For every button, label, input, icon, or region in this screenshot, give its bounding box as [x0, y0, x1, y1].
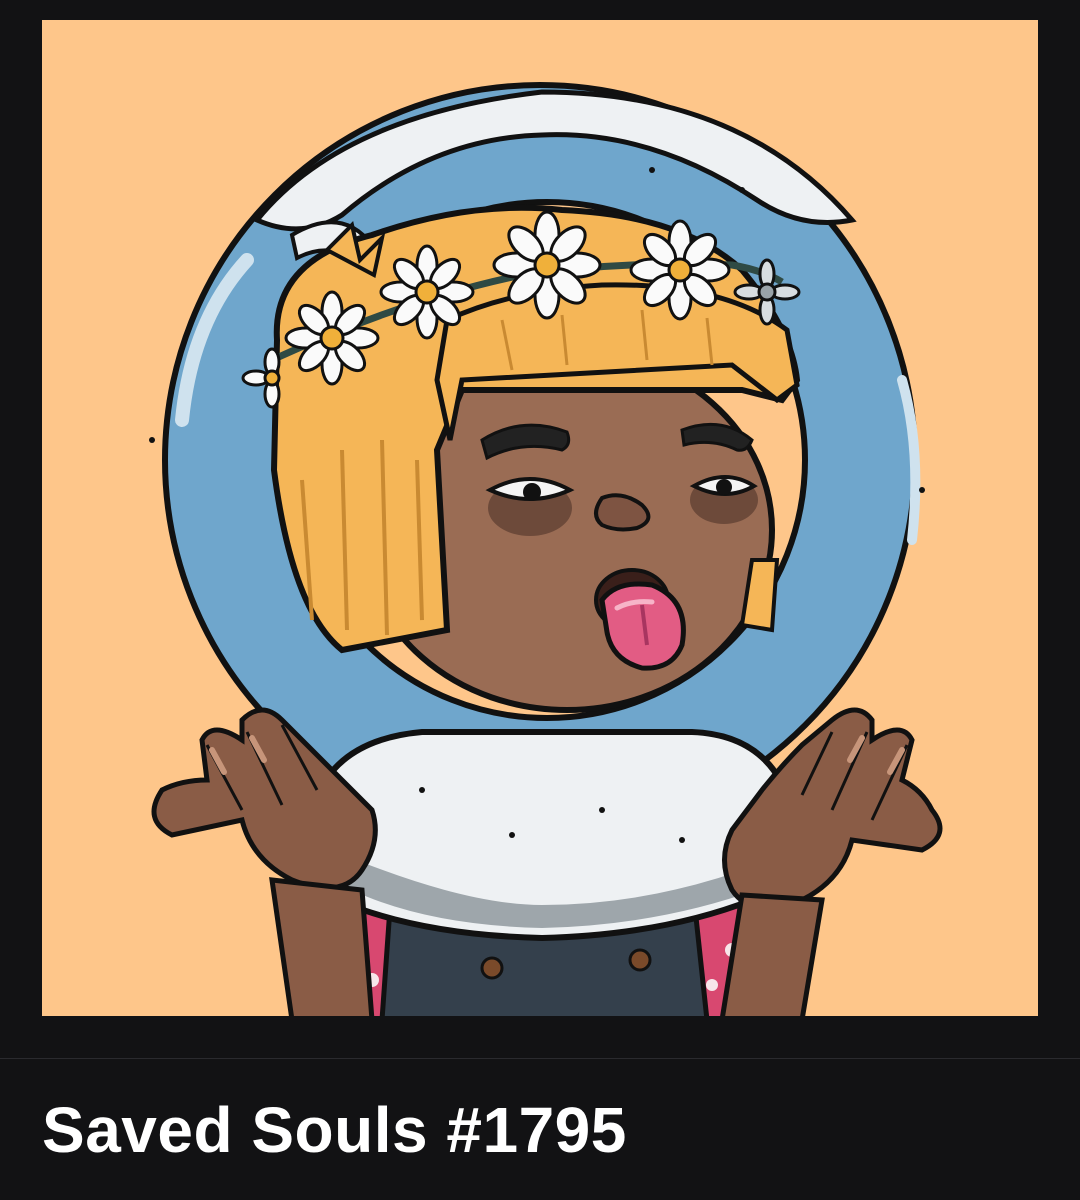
nft-card: Saved Souls #1795 [0, 0, 1080, 1200]
card-divider [0, 1058, 1080, 1059]
nft-title: Saved Souls #1795 [42, 1094, 627, 1166]
nft-artwork[interactable] [42, 20, 1038, 1016]
avatar-illustration-icon [42, 20, 1038, 1016]
